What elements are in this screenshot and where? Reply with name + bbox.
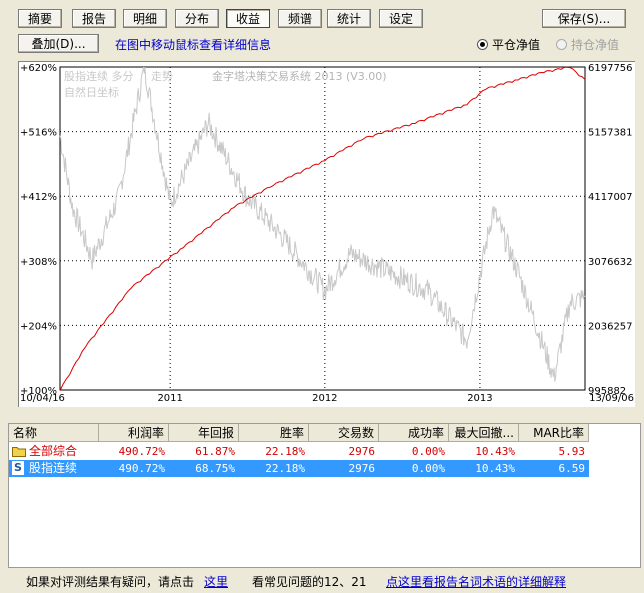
x-label-year: 2012 (312, 393, 337, 404)
left-tick-label: +620% (20, 63, 57, 74)
radio-close-netvalue-label[interactable]: 平仓净值 (492, 36, 540, 53)
save-button[interactable]: 保存(S)... (542, 9, 626, 28)
radio-hold-netvalue-label[interactable]: 持仓净值 (571, 36, 619, 53)
table-cell: 0.00% (411, 445, 445, 458)
column-header[interactable]: 利润率 (99, 424, 169, 442)
table-row[interactable]: S 股指连续 490.72% 68.75% 22.18% 2976 0.00% 10.43% 6… (9, 460, 589, 477)
x-label-year: 2011 (157, 393, 182, 404)
column-header[interactable]: 名称 (9, 424, 99, 442)
table-cell: 2976 (348, 462, 376, 475)
table-row[interactable]: 全部综合 490.72% 61.87% 22.18% 2976 0.00% 10.43% 5.… (9, 443, 589, 460)
glossary-link[interactable]: 点这里看报告名词术语的详细解释 (386, 573, 566, 590)
system-name: 金字塔决策交易系统 2013 (V3.00) (212, 69, 387, 83)
overlay-button[interactable]: 叠加(D)... (18, 34, 99, 53)
table-cell: 61.87% (195, 445, 235, 458)
radio-close-netvalue[interactable] (477, 39, 488, 50)
folder-icon (12, 445, 26, 457)
x-label-year: 2013 (467, 393, 492, 404)
left-tick-label: +204% (20, 321, 57, 332)
right-tick-label: 6197756 (588, 63, 633, 74)
table-cell: 22.18% (265, 445, 305, 458)
table-cell: 5.93 (558, 445, 586, 458)
results-table[interactable]: 名称 利润率 年回报 胜率 交易数 成功率 最大回撤... MAR比率全部综合 490.72% 6… (8, 423, 641, 568)
faq-link[interactable]: 这里 (204, 573, 228, 590)
right-tick-label: 5157381 (588, 128, 633, 139)
footer-text-1: 如果对评测结果有疑问，请点击 (26, 575, 195, 589)
column-header[interactable]: 成功率 (379, 424, 449, 442)
x-label-start: 10/04/16 (20, 393, 65, 404)
column-header[interactable]: 最大回撤... (449, 424, 519, 442)
chart-area[interactable]: +620% 6197756 +516% 5157381 +412% 4117007 +308… (18, 61, 635, 407)
plot-area (59, 66, 586, 391)
tab-1[interactable]: 摘要 (18, 9, 62, 28)
x-label-end: 13/09/06 (589, 393, 634, 404)
right-tick-label: 3076632 (588, 257, 633, 268)
table-cell: 0.00% (411, 462, 445, 475)
equity-chart[interactable]: +620% 6197756 +516% 5157381 +412% 4117007 +308… (19, 62, 635, 407)
column-header[interactable]: MAR比率 (519, 424, 589, 442)
table-cell: 490.72% (118, 445, 165, 458)
tab-5[interactable]: 收益 (226, 9, 270, 28)
tab-6[interactable]: 频谱 (278, 9, 322, 28)
tab-8[interactable]: 设定 (379, 9, 423, 28)
tab-3[interactable]: 明细 (123, 9, 167, 28)
row-name: 全部综合 (29, 444, 78, 458)
table-cell: 10.43% (475, 445, 515, 458)
tab-7[interactable]: 统计 (327, 9, 371, 28)
left-tick-label: +308% (20, 257, 57, 268)
s-badge-icon: S (12, 461, 26, 475)
tab-2[interactable]: 报告 (72, 9, 116, 28)
radio-hold-netvalue[interactable] (556, 39, 567, 50)
table-cell: 6.59 (558, 462, 586, 475)
right-tick-label: 4117007 (588, 192, 633, 203)
table-cell: 10.43% (475, 462, 515, 475)
table-cell: 22.18% (265, 462, 305, 475)
row-name: 股指连续 (29, 461, 78, 475)
overlay-title: 股指连续 多分 (64, 69, 134, 83)
left-tick-label: +412% (20, 192, 57, 203)
column-header[interactable]: 胜率 (239, 424, 309, 442)
table-cell: 68.75% (195, 462, 235, 475)
overlay-subtitle: 自然日坐标 (64, 85, 119, 99)
overlay-title-2: 走势 (151, 70, 173, 83)
table-cell: 490.72% (118, 462, 165, 475)
column-header[interactable]: 交易数 (309, 424, 379, 442)
table-cell: 2976 (348, 445, 376, 458)
column-header[interactable]: 年回报 (169, 424, 239, 442)
right-tick-label: 2036257 (588, 321, 633, 332)
footer-text-2: 看常见问题的12、21 (252, 575, 367, 589)
tab-4[interactable]: 分布 (175, 9, 219, 28)
left-tick-label: +516% (20, 128, 57, 139)
chart-hint: 在图中移动鼠标查看详细信息 (115, 38, 272, 52)
